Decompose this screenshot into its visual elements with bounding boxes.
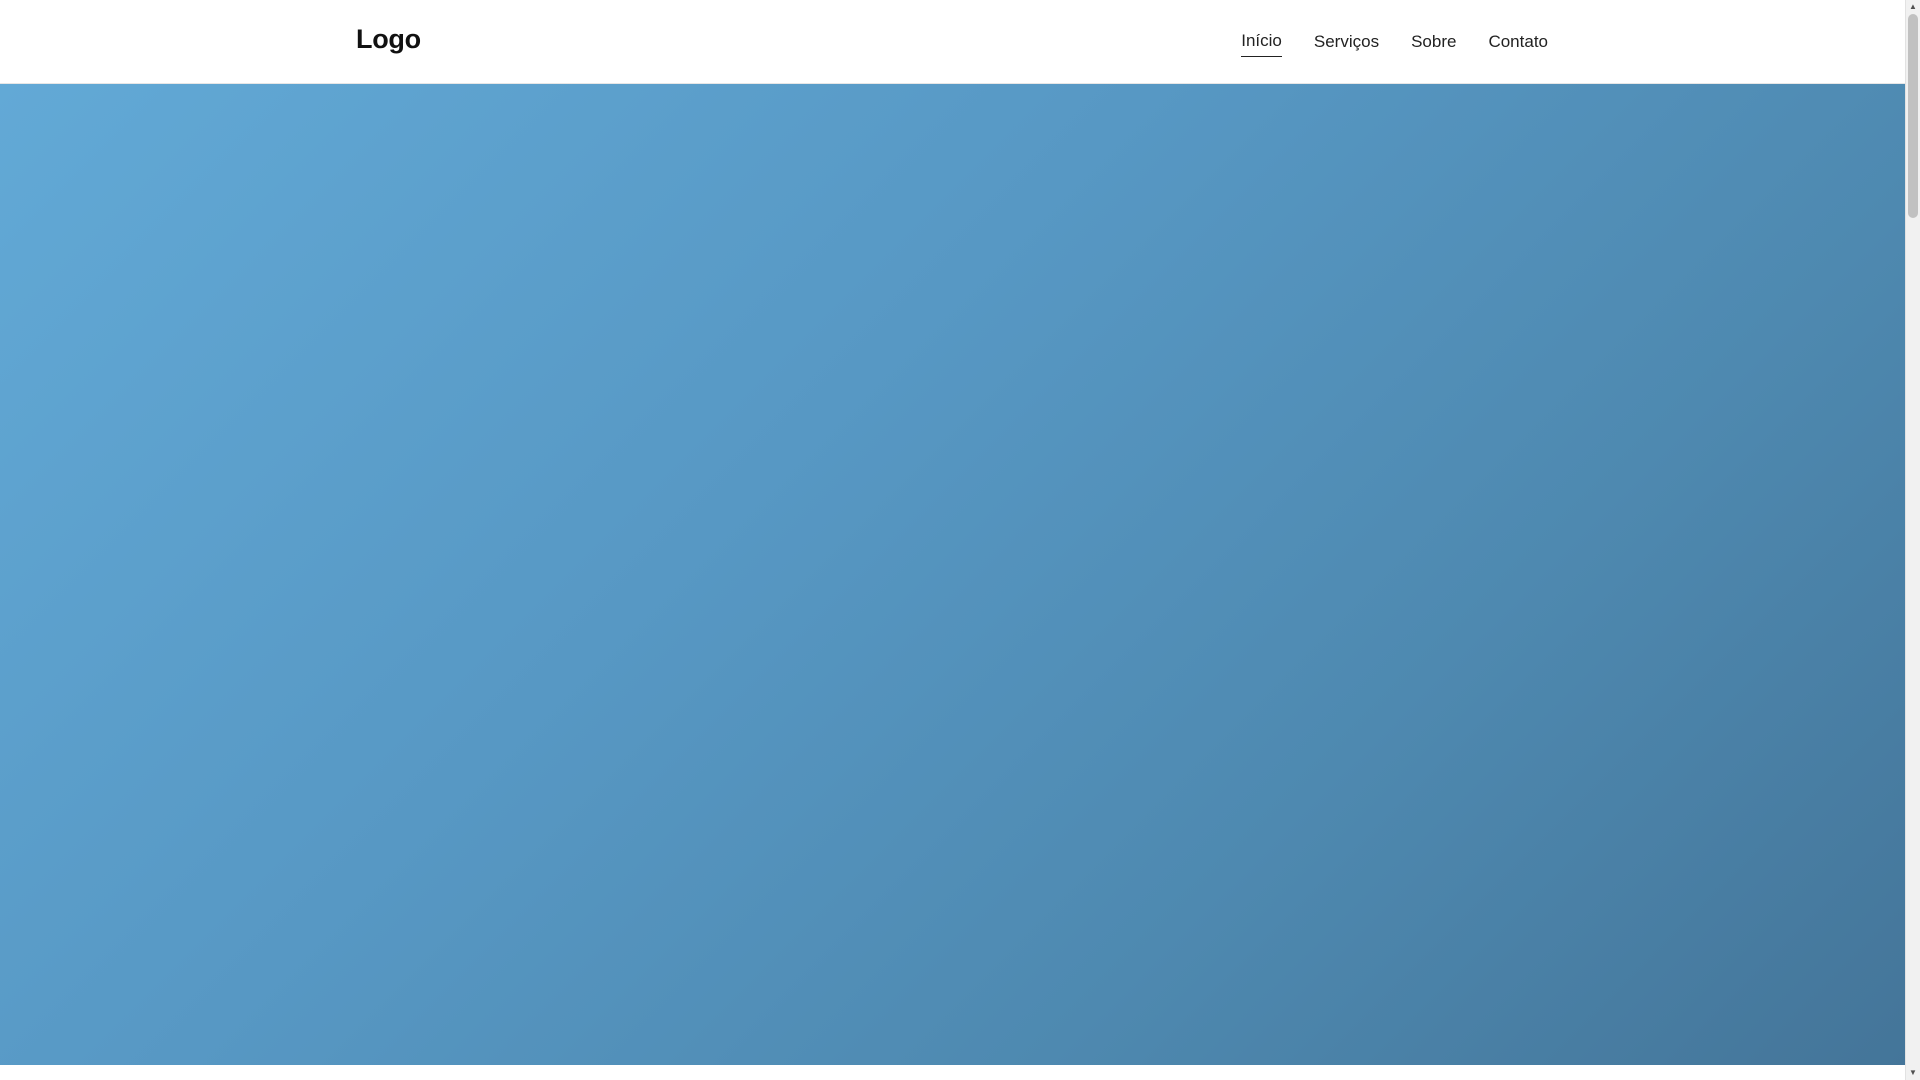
page: Logo Início Serviços Sobre Contato ▲ ▼	[0, 0, 1920, 1080]
hero-banner	[0, 84, 1905, 1065]
triangle-down-icon[interactable]: ▼	[1906, 1066, 1920, 1080]
logo[interactable]: Logo	[356, 22, 421, 56]
site-header: Logo Início Serviços Sobre Contato	[0, 0, 1905, 84]
page-bottom-strip	[0, 1065, 1905, 1080]
nav-link-inicio[interactable]: Início	[1241, 28, 1282, 57]
nav-link-sobre[interactable]: Sobre	[1411, 29, 1456, 57]
vertical-scrollbar[interactable]: ▲ ▼	[1905, 0, 1920, 1080]
viewport: Logo Início Serviços Sobre Contato	[0, 0, 1905, 1080]
nav-link-servicos[interactable]: Serviços	[1314, 29, 1379, 57]
main-nav: Início Serviços Sobre Contato	[1241, 28, 1548, 57]
nav-link-contato[interactable]: Contato	[1488, 29, 1548, 57]
scrollbar-thumb[interactable]	[1908, 14, 1918, 218]
triangle-up-icon[interactable]: ▲	[1906, 0, 1920, 14]
